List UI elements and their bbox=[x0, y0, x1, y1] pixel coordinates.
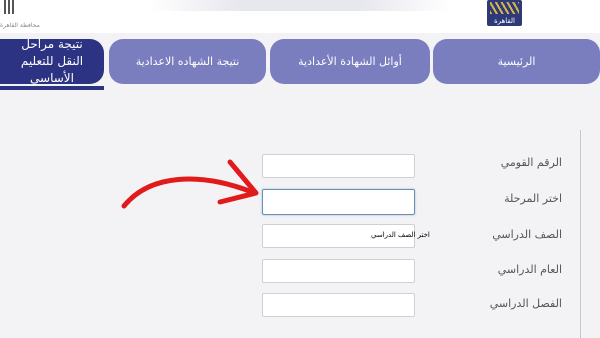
main-nav: الرئيسية أوائل الشهادة الأعدادية نتيجة ا… bbox=[0, 33, 600, 91]
tab-prep-results-label: نتيجة الشهاده الاعدادية bbox=[135, 55, 240, 68]
cairo-logo-text: القاهرة bbox=[494, 17, 515, 25]
stage-select[interactable] bbox=[262, 189, 415, 215]
academic-year-select[interactable] bbox=[262, 259, 415, 283]
tab-prep-results[interactable]: نتيجة الشهاده الاعدادية bbox=[109, 39, 266, 84]
term-select[interactable] bbox=[262, 293, 415, 317]
ministry-logo: محافظة القاهرة bbox=[0, 0, 40, 30]
national-id-label: الرقم القومي bbox=[500, 156, 562, 169]
tab-transfer-results[interactable]: نتيجة مراحل النقل للتعليم الأساسي bbox=[0, 37, 104, 90]
stage-label: اختر المرحلة bbox=[504, 192, 562, 205]
tab-prep-toppers[interactable]: أوائل الشهادة الأعدادية bbox=[270, 39, 430, 84]
national-id-field[interactable] bbox=[262, 154, 415, 178]
red-arrow-annotation bbox=[121, 159, 259, 209]
term-label: الفصل الدراسي bbox=[489, 297, 562, 310]
grade-label: الصف الدراسي bbox=[492, 228, 562, 241]
tab-home[interactable]: الرئيسية bbox=[433, 39, 600, 84]
top-header: محافظة القاهرة القاهرة bbox=[0, 0, 600, 33]
tab-prep-toppers-label: أوائل الشهادة الأعدادية bbox=[298, 55, 402, 68]
grade-select-value: اختر الصف الدراسي bbox=[371, 231, 430, 239]
tab-transfer-results-label: نتيجة مراحل النقل للتعليم الأساسي bbox=[20, 37, 84, 85]
academic-year-label: العام الدراسي bbox=[497, 263, 562, 276]
ministry-logo-text: محافظة القاهرة bbox=[0, 22, 40, 29]
cairo-logo: القاهرة bbox=[487, 0, 522, 26]
cairo-emblem-icon bbox=[490, 2, 519, 14]
grade-select[interactable]: اختر الصف الدراسي bbox=[262, 224, 430, 248]
header-title-banner bbox=[150, 0, 450, 11]
ministry-emblem-icon bbox=[4, 0, 16, 14]
tab-home-label: الرئيسية bbox=[497, 55, 536, 68]
